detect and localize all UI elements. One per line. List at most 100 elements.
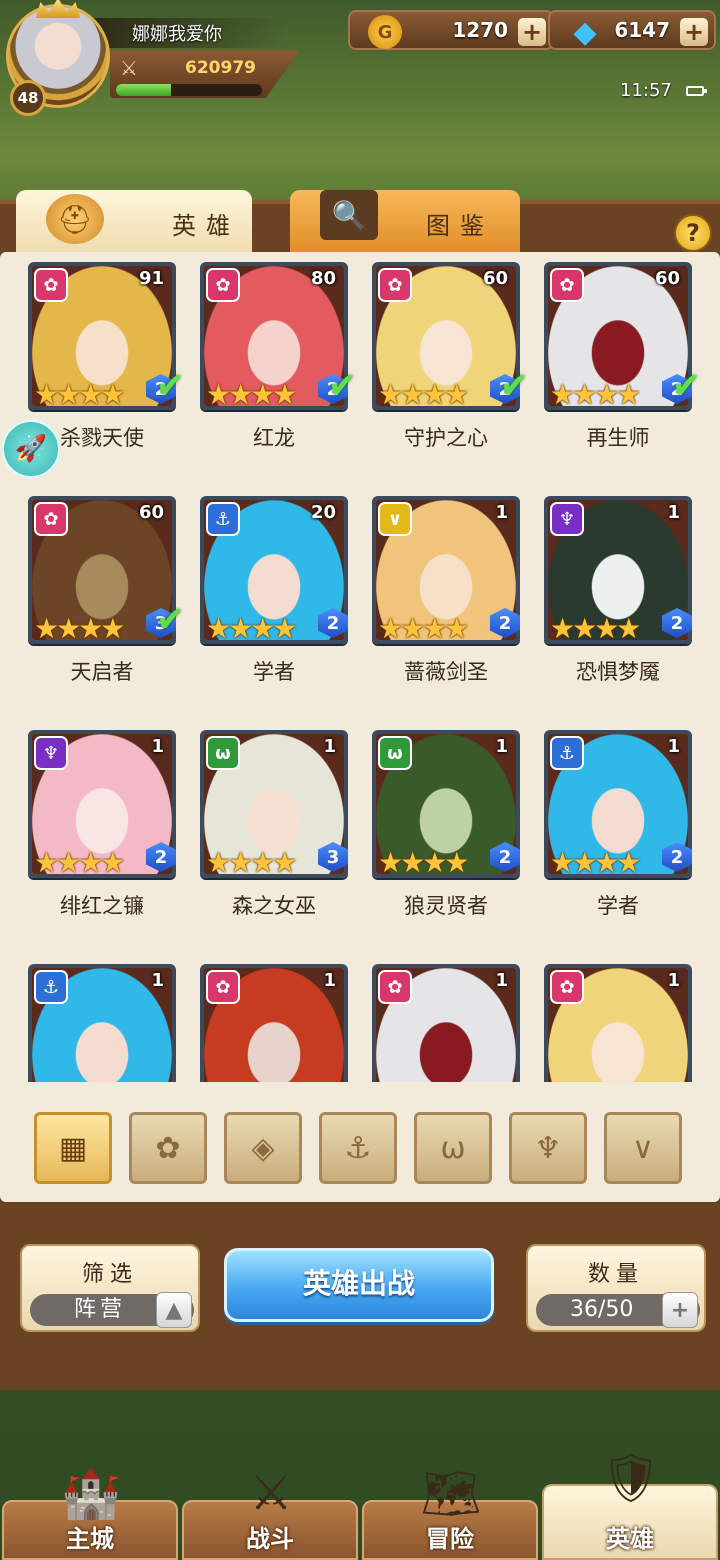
deployed-check-icon: ✔ bbox=[500, 366, 529, 406]
beast-faction-icon: ω bbox=[206, 736, 240, 770]
filter-grid-button[interactable]: ▦ bbox=[34, 1112, 112, 1184]
hero-list-paper: ✿ 91 ★★★★ 2 ✔ 杀戮天使 ✿ 80 ★★★★ 2 ✔ 红龙 ✿ 60 ★★★★ 2 ✔ 守护之心 ✿ 60… bbox=[0, 252, 720, 1202]
anchor-faction-icon: ⚓ bbox=[550, 736, 584, 770]
beast-faction-icon: ω bbox=[378, 736, 412, 770]
nav-label: 主城 bbox=[66, 1525, 114, 1553]
flower-icon: ✿ bbox=[155, 1130, 181, 1166]
grid-icon: ▦ bbox=[58, 1130, 88, 1166]
hero-level: 1 bbox=[151, 736, 164, 757]
power-icon: ⚔ bbox=[120, 56, 138, 80]
flower-faction-icon: ✿ bbox=[34, 502, 68, 536]
adventure-icon: 🗺 bbox=[420, 1465, 482, 1522]
player-level: 48 bbox=[10, 80, 46, 116]
demon-icon: ♆ bbox=[534, 1130, 562, 1166]
star-rating: ★★★★ bbox=[550, 612, 641, 644]
hero-grid[interactable]: ✿ 91 ★★★★ 2 ✔ 杀戮天使 ✿ 80 ★★★★ 2 ✔ 红龙 ✿ 60 ★★★★ 2 ✔ 守护之心 ✿ 60… bbox=[0, 252, 720, 1082]
add-slot-button[interactable]: + bbox=[662, 1292, 698, 1328]
deployed-check-icon: ✔ bbox=[156, 600, 185, 640]
hero-name: 狼灵贤者 bbox=[404, 894, 488, 918]
hero-level: 1 bbox=[667, 502, 680, 523]
demon-faction-icon: ♆ bbox=[550, 502, 584, 536]
flower-faction-icon: ✿ bbox=[206, 268, 240, 302]
filter-v-button[interactable]: ∨ bbox=[604, 1112, 682, 1184]
nav-city-button[interactable]: 🏰 主城 bbox=[2, 1466, 178, 1560]
deployed-check-icon: ✔ bbox=[672, 366, 701, 406]
hero-portrait: ✿ 1 bbox=[544, 964, 692, 1082]
hero-name: 绯红之镰 bbox=[60, 894, 144, 918]
flower-faction-icon: ✿ bbox=[550, 268, 584, 302]
anchor-icon: ⚓ bbox=[344, 1130, 372, 1166]
filter-toggle-button[interactable]: ▲ bbox=[156, 1292, 192, 1328]
crown-icon bbox=[36, 0, 80, 18]
hero-level: 1 bbox=[323, 736, 336, 757]
beast-icon: ω bbox=[440, 1130, 466, 1166]
hero-level: 1 bbox=[323, 970, 336, 991]
bottom-nav: 🏰 主城 ⚔ 战斗 🗺 冒险 🛡 英雄 bbox=[0, 1450, 720, 1560]
player-header[interactable]: 娜娜我爱你 ⚔ 620979 48 bbox=[0, 0, 310, 118]
tab-hero[interactable]: ⛑ 英雄 bbox=[16, 190, 252, 252]
player-name: 娜娜我爱你 bbox=[132, 24, 222, 45]
gold-coin-icon: G bbox=[368, 15, 402, 49]
add-gem-button[interactable]: + bbox=[680, 18, 708, 46]
filter-diamond-button[interactable]: ◈ bbox=[224, 1112, 302, 1184]
gem-counter: ◆ 6147 + bbox=[548, 10, 716, 50]
hero-portrait: ✿ 1 bbox=[372, 964, 520, 1082]
hero-level: 60 bbox=[482, 268, 508, 289]
filter-beast-button[interactable]: ω bbox=[414, 1112, 492, 1184]
nav-hero-button[interactable]: 🛡 英雄 bbox=[542, 1450, 718, 1560]
hero-icon: 🛡 bbox=[600, 1449, 662, 1506]
rocket-icon[interactable]: 🚀 bbox=[2, 420, 60, 478]
hero-level: 1 bbox=[495, 502, 508, 523]
hero-name: 天启者 bbox=[70, 660, 134, 684]
player-power: 620979 bbox=[185, 58, 256, 78]
flower-faction-icon: ✿ bbox=[206, 970, 240, 1004]
hero-portrait: ⚓ 1 bbox=[28, 964, 176, 1082]
anchor-faction-icon: ⚓ bbox=[34, 970, 68, 1004]
deployed-check-icon: ✔ bbox=[156, 366, 185, 406]
flower-faction-icon: ✿ bbox=[550, 970, 584, 1004]
hero-name: 蔷薇剑圣 bbox=[404, 660, 488, 684]
hero-level: 1 bbox=[151, 970, 164, 991]
hero-name: 森之女巫 bbox=[232, 894, 316, 918]
tab-hero-label: 英雄 bbox=[172, 212, 240, 240]
hero-level: 1 bbox=[495, 736, 508, 757]
v-icon: ∨ bbox=[632, 1130, 654, 1166]
helmet-icon: ⛑ bbox=[46, 194, 104, 244]
tab-codex[interactable]: 🔍 图鉴 bbox=[290, 190, 520, 252]
deploy-heroes-button[interactable]: 英雄出战 bbox=[224, 1248, 494, 1322]
hero-level: 1 bbox=[667, 736, 680, 757]
clock: 11:57 bbox=[620, 80, 672, 101]
filter-anchor-button[interactable]: ⚓ bbox=[319, 1112, 397, 1184]
help-button[interactable]: ? bbox=[674, 214, 712, 252]
star-rating: ★★★★ bbox=[34, 378, 125, 410]
hero-name: 再生师 bbox=[586, 426, 650, 450]
demon-faction-icon: ♆ bbox=[34, 736, 68, 770]
swords-icon: ⚔ bbox=[249, 1465, 293, 1521]
gold-value: 1270 bbox=[452, 18, 508, 42]
add-gold-button[interactable]: + bbox=[518, 18, 546, 46]
nav-swords-button[interactable]: ⚔ 战斗 bbox=[182, 1465, 358, 1560]
nav-adventure-button[interactable]: 🗺 冒险 bbox=[362, 1466, 538, 1560]
city-icon: 🏰 bbox=[61, 1465, 121, 1522]
gem-value: 6147 bbox=[614, 18, 670, 42]
hero-portrait: ✿ 1 bbox=[200, 964, 348, 1082]
hero-level: 1 bbox=[667, 970, 680, 991]
hero-level: 20 bbox=[310, 502, 336, 523]
gold-counter: G 1270 + bbox=[348, 10, 554, 50]
star-rating: ★★★★ bbox=[34, 612, 125, 644]
gem-icon: ◆ bbox=[573, 14, 597, 50]
count-box: 数量 36/50 + bbox=[526, 1244, 706, 1332]
hero-level: 1 bbox=[495, 970, 508, 991]
star-rating: ★★★★ bbox=[550, 378, 641, 410]
nav-label: 英雄 bbox=[606, 1525, 654, 1553]
magnifier-icon: 🔍 bbox=[320, 190, 378, 240]
star-rating: ★★★★ bbox=[206, 612, 297, 644]
filter-demon-button[interactable]: ♆ bbox=[509, 1112, 587, 1184]
hero-name: 红龙 bbox=[253, 426, 295, 450]
diamond-icon: ◈ bbox=[251, 1130, 275, 1166]
nav-label: 冒险 bbox=[426, 1525, 474, 1553]
v-faction-icon: ∨ bbox=[378, 502, 412, 536]
hero-level: 80 bbox=[310, 268, 336, 289]
star-rating: ★★★★ bbox=[34, 846, 125, 878]
filter-flower-button[interactable]: ✿ bbox=[129, 1112, 207, 1184]
